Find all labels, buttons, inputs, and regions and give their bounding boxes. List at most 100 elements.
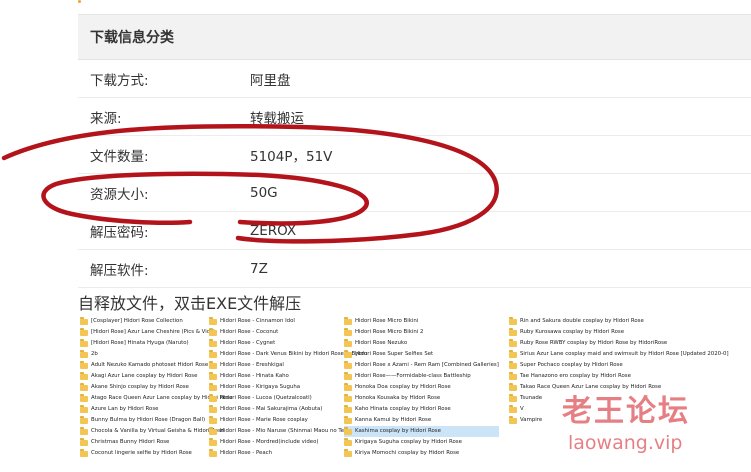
- file-item-label: Kirigaya Suguha cosplay by Hidori Rose: [355, 439, 462, 445]
- file-item[interactable]: Rin and Sakura double cosplay by Hidori …: [509, 316, 729, 327]
- folder-icon: [344, 339, 352, 347]
- file-item-label: Hidori Rose - Cinnamon Idol: [220, 318, 295, 324]
- file-item-label: [Hidori Rose] Hinata Hyuga (Naruto): [91, 340, 189, 346]
- download-info-table: 下载信息分类 下载方式: 阿里盘 来源: 转载搬运 文件数量: 5104P，51…: [78, 14, 751, 288]
- file-item-label: Honoka Kousaka by Hidori Rose: [355, 395, 441, 401]
- file-item-label: Adult Nezuko Kamado photoset Hidori Rose: [91, 362, 209, 368]
- folder-icon: [80, 361, 88, 369]
- file-item[interactable]: Kashima cosplay by Hidori Rose: [344, 426, 499, 437]
- file-item-label: Hidori Rose x Azami - Rem Ram [Combined …: [355, 362, 499, 368]
- folder-icon: [509, 361, 517, 369]
- folder-icon: [209, 372, 217, 380]
- file-item[interactable]: Hidori Rose Nezuko: [344, 338, 499, 349]
- info-key: 来源:: [90, 110, 122, 127]
- folder-icon: [80, 317, 88, 325]
- file-item-label: Sirius Azur Lane cosplay maid and swimsu…: [520, 351, 729, 357]
- file-item[interactable]: Ruby Kurosawa cosplay by Hidori Rose: [509, 327, 729, 338]
- folder-icon: [209, 427, 217, 435]
- info-row-size: 资源大小: 50G: [78, 174, 751, 212]
- top-strip: [0, 0, 751, 8]
- info-row-source: 来源: 转载搬运: [78, 98, 751, 136]
- folder-icon: [344, 405, 352, 413]
- info-value: 阿里盘: [250, 72, 291, 89]
- folder-icon: [509, 350, 517, 358]
- file-item-label: Hidori Rose - Peach: [220, 450, 273, 456]
- folder-icon: [209, 350, 217, 358]
- info-key: 资源大小:: [90, 186, 149, 203]
- info-key: 下载方式:: [90, 72, 149, 89]
- file-item-label: Rin and Sakura double cosplay by Hidori …: [520, 318, 644, 324]
- file-item[interactable]: Kirigaya Suguha cosplay by Hidori Rose: [344, 437, 499, 448]
- folder-icon: [509, 317, 517, 325]
- file-item[interactable]: Kiriya Momochi cosplay by Hidori Rose: [344, 448, 499, 459]
- folder-icon: [209, 405, 217, 413]
- watermark-en: laowang.vip: [568, 432, 683, 454]
- file-item[interactable]: Hidori Rose Micro Bikini: [344, 316, 499, 327]
- file-item-label: Hidori Rose - Ereshkigal: [220, 362, 284, 368]
- file-item-label: [Cosplayer] Hidori Rose Collection: [91, 318, 183, 324]
- folder-icon: [80, 427, 88, 435]
- file-item-label: Kaho Hinata cosplay by Hidori Rose: [355, 406, 451, 412]
- folder-icon: [80, 449, 88, 457]
- info-key: 解压密码:: [90, 224, 149, 241]
- folder-icon: [509, 405, 517, 413]
- info-value: 7Z: [250, 260, 268, 277]
- folder-icon: [509, 416, 517, 424]
- file-item-label: Hidori Rose Micro Bikini: [355, 318, 419, 324]
- file-item[interactable]: Hidori Rose Super Selfies Set: [344, 349, 499, 360]
- file-item[interactable]: Hidori Rose x Azami - Rem Ram [Combined …: [344, 360, 499, 371]
- file-item[interactable]: Ruby Rose RWBY cosplay by Hidori Rose by…: [509, 338, 729, 349]
- file-item-label: Hidori Rose - Lucoa (Quetzalcoatl): [220, 395, 312, 401]
- file-item-label: Christmas Bunny Hidori Rose: [91, 439, 170, 445]
- watermark-cn: 老王论坛: [562, 394, 690, 429]
- file-item-label: Kiriya Momochi cosplay by Hidori Rose: [355, 450, 460, 456]
- folder-icon: [80, 372, 88, 380]
- folder-icon: [344, 317, 352, 325]
- info-table-header: 下载信息分类: [78, 15, 751, 60]
- folder-icon: [344, 394, 352, 402]
- file-item[interactable]: Honoka Doa cosplay by Hidori Rose: [344, 382, 499, 393]
- folder-icon: [209, 328, 217, 336]
- file-item-label: V: [520, 406, 524, 412]
- file-item[interactable]: Sirius Azur Lane cosplay maid and swimsu…: [509, 349, 729, 360]
- file-item-label: Coconut lingerie selfie by Hidori Rose: [91, 450, 192, 456]
- info-row-password: 解压密码: ZEROX: [78, 212, 751, 250]
- file-item-label: Kashima cosplay by Hidori Rose: [355, 428, 441, 434]
- file-item-label: Hidori Rose - Marie Rose cosplay: [220, 417, 308, 423]
- folder-icon: [344, 350, 352, 358]
- info-value: 5104P，51V: [250, 148, 333, 165]
- file-item-label: Hidori Rose Super Selfies Set: [355, 351, 434, 357]
- sfx-note: 自释放文件，双击EXE文件解压: [78, 294, 302, 313]
- folder-icon: [509, 339, 517, 347]
- file-item-label: Ruby Rose RWBY cosplay by Hidori Rose by…: [520, 340, 668, 346]
- file-item[interactable]: Kaho Hinata cosplay by Hidori Rose: [344, 404, 499, 415]
- folder-icon: [80, 416, 88, 424]
- folder-icon: [344, 383, 352, 391]
- file-item-label: Super Pochaco cosplay by Hidori Rose: [520, 362, 623, 368]
- file-item[interactable]: Kanna Kamui by Hidori Rose: [344, 415, 499, 426]
- folder-icon: [209, 317, 217, 325]
- folder-icon: [209, 339, 217, 347]
- file-item[interactable]: Super Pochaco cosplay by Hidori Rose: [509, 360, 729, 371]
- file-item-label: 2b: [91, 351, 98, 357]
- folder-icon: [344, 449, 352, 457]
- file-item[interactable]: Honoka Kousaka by Hidori Rose: [344, 393, 499, 404]
- file-item-label: Ruby Kurosawa cosplay by Hidori Rose: [520, 329, 625, 335]
- file-item-label: Hidori Rose - Cygnet: [220, 340, 276, 346]
- folder-icon: [209, 383, 217, 391]
- file-item[interactable]: Hidori Rose Micro Bikini 2: [344, 327, 499, 338]
- file-item-label: Hidori Rose Micro Bikini 2: [355, 329, 424, 335]
- folder-icon: [80, 350, 88, 358]
- folder-icon: [509, 394, 517, 402]
- folder-icon: [209, 449, 217, 457]
- file-item-label: Tsunade: [520, 395, 543, 401]
- file-item[interactable]: Hidori Rose——Formidable-class Battleship: [344, 371, 499, 382]
- folder-icon: [80, 438, 88, 446]
- file-item[interactable]: Tae Hanazono ero cosplay by Hidori Rose: [509, 371, 729, 382]
- folder-icon: [80, 405, 88, 413]
- file-item-label: Hidori Rose - Kirigaya Suguha: [220, 384, 301, 390]
- folder-icon: [509, 328, 517, 336]
- folder-icon: [80, 394, 88, 402]
- folder-icon: [344, 416, 352, 424]
- file-item-label: Tae Hanazono ero cosplay by Hidori Rose: [520, 373, 631, 379]
